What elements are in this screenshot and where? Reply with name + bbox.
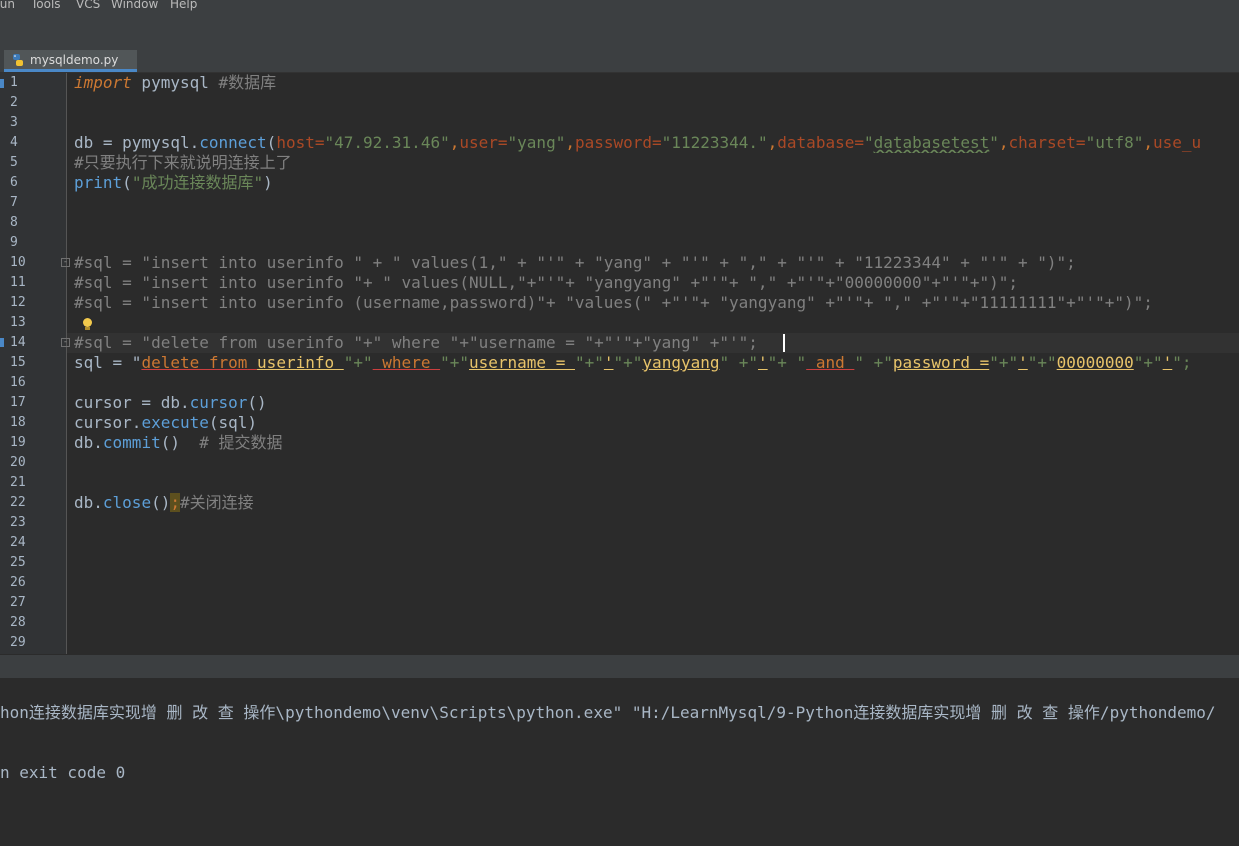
line-number: 18	[10, 415, 26, 430]
line-number-gutter: 1 2 3 4 5 6 7 8 9 10 11 12 13 14 15 16 17 18 19 20 21 22 23 24 2…	[0, 73, 70, 654]
line-number: 13	[10, 315, 26, 330]
line-number: 2	[10, 95, 18, 110]
line-number: 7	[10, 195, 18, 210]
fold-toggle-icon[interactable]: -	[61, 258, 70, 267]
line-number: 28	[10, 615, 26, 630]
code-line-11: #sql = "insert into userinfo "+ " values…	[74, 273, 1019, 292]
line-number: 1	[10, 75, 18, 90]
line-number: 10	[10, 255, 26, 270]
line-number: 26	[10, 575, 26, 590]
line-number: 6	[10, 175, 18, 190]
line-number: 5	[10, 155, 18, 170]
line-number: 27	[10, 595, 26, 610]
code-line-12: #sql = "insert into userinfo (username,p…	[74, 293, 1153, 312]
line-number: 17	[10, 395, 26, 410]
run-panel-header	[0, 654, 1239, 679]
code-line-22: db.close();#关闭连接	[74, 493, 254, 512]
change-marker	[0, 338, 4, 347]
tab-mysqldemo[interactable]: mysqldemo.py	[4, 50, 137, 72]
toolbar	[0, 13, 1239, 46]
line-number: 24	[10, 535, 26, 550]
lightbulb-icon[interactable]	[82, 318, 93, 331]
line-number: 21	[10, 475, 26, 490]
code-line-18: cursor.execute(sql)	[74, 413, 258, 432]
menu-window[interactable]: Window	[111, 0, 158, 10]
editor-tab-bar: mysqldemo.py	[0, 46, 1239, 73]
code-line-10: #sql = "insert into userinfo " + " value…	[74, 253, 1076, 272]
code-editor[interactable]: 1 2 3 4 5 6 7 8 9 10 11 12 13 14 15 16 17 18 19 20 21 22 23 24 2…	[0, 73, 1239, 654]
console-line-command: hon连接数据库实现增 删 改 查 操作\pythondemo\venv\Scr…	[0, 703, 1216, 722]
line-number: 12	[10, 295, 26, 310]
tab-label: mysqldemo.py	[30, 53, 119, 67]
text-caret	[783, 334, 785, 352]
line-number: 15	[10, 355, 26, 370]
line-number: 22	[10, 495, 26, 510]
code-line-1: import pymysql #数据库	[74, 73, 277, 92]
code-line-15: sql = "delete from userinfo "+" where "+…	[74, 353, 1192, 372]
line-number: 23	[10, 515, 26, 530]
fold-toggle-icon[interactable]: -	[61, 338, 70, 347]
line-number: 16	[10, 375, 26, 390]
line-number: 8	[10, 215, 18, 230]
code-line-19: db.commit() # 提交数据	[74, 433, 283, 452]
line-number: 19	[10, 435, 26, 450]
menu-bar: Run Tools VCS Window Help	[0, 0, 1239, 13]
code-line-5: #只要执行下来就说明连接上了	[74, 153, 292, 172]
menu-vcs[interactable]: VCS	[76, 0, 100, 10]
console-line-exit: n exit code 0	[0, 763, 126, 782]
line-number: 4	[10, 135, 18, 150]
line-number: 14	[10, 335, 26, 350]
code-line-14: #sql = "delete from userinfo "+" where "…	[74, 333, 758, 352]
line-number: 11	[10, 275, 26, 290]
line-number: 25	[10, 555, 26, 570]
change-marker	[0, 79, 4, 88]
python-file-icon	[13, 54, 23, 66]
menu-help[interactable]: Help	[170, 0, 197, 10]
line-number: 20	[10, 455, 26, 470]
line-number: 3	[10, 115, 18, 130]
code-line-4: db = pymysql.connect(host="47.92.31.46",…	[74, 133, 1202, 152]
menu-tools[interactable]: Tools	[31, 0, 61, 10]
menu-run[interactable]: Run	[0, 0, 15, 10]
code-line-17: cursor = db.cursor()	[74, 393, 267, 412]
code-line-6: print("成功连接数据库")	[74, 173, 273, 192]
line-number: 9	[10, 235, 18, 250]
line-number: 29	[10, 635, 26, 650]
run-console[interactable]: hon连接数据库实现增 删 改 查 操作\pythondemo\venv\Scr…	[0, 678, 1239, 846]
